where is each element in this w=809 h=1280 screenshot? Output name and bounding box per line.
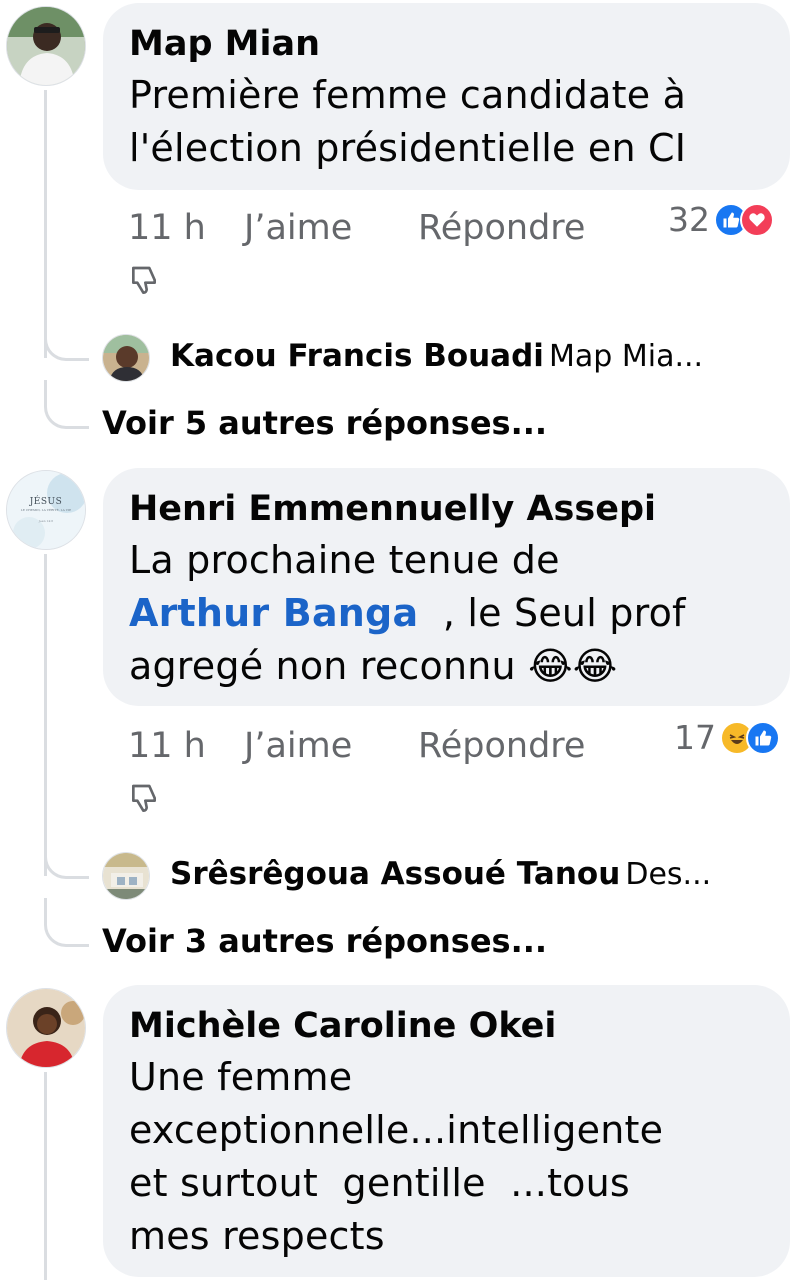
- reply-preview[interactable]: Kacou Francis Bouadi Map Mia...: [170, 338, 703, 374]
- avatar-ref: Jean 14:6: [38, 519, 54, 523]
- avatar-photo: [103, 853, 149, 899]
- comment-text-line: Première femme candidate à: [129, 73, 687, 117]
- view-more-replies[interactable]: Voir 5 autres réponses...: [102, 404, 547, 442]
- reaction-count: 17: [674, 718, 716, 757]
- dislike-icon[interactable]: [128, 782, 160, 818]
- reply-connector: [44, 898, 89, 947]
- comment-text-line: l'élection présidentielle en CI: [129, 126, 687, 170]
- like-reaction-icon: [746, 720, 780, 755]
- love-reaction-icon: [740, 202, 774, 237]
- reply-connector: [44, 320, 89, 361]
- reaction-count: 32: [668, 200, 710, 239]
- avatar-michele[interactable]: [6, 988, 86, 1068]
- comment-time: 11 h: [128, 726, 206, 766]
- comment-author[interactable]: Map Mian: [129, 19, 764, 69]
- comment-text-fragment: , le Seul prof: [442, 591, 686, 635]
- reply-author[interactable]: Kacou Francis Bouadi: [170, 338, 544, 374]
- comment-text-line: mes respects: [129, 1214, 385, 1258]
- reply-button[interactable]: Répondre: [418, 726, 585, 766]
- comment-author[interactable]: Michèle Caroline Okei: [129, 1001, 764, 1051]
- avatar-photo: [7, 7, 85, 85]
- reply-preview-text: Des...: [625, 857, 712, 892]
- avatar-subtitle: LE CHEMIN, LA VÉRITÉ, LA VIE: [20, 508, 72, 512]
- comment-bubble: Henri Emmennuelly Assepi La prochaine te…: [103, 468, 790, 706]
- avatar-title: JÉSUS: [29, 497, 63, 507]
- thread-line: [44, 90, 47, 358]
- avatar-map-mian[interactable]: [6, 6, 86, 86]
- comment-text-line: exceptionnelle...intelligente: [129, 1108, 664, 1152]
- reply-connector: [44, 838, 89, 879]
- reply-preview[interactable]: Srêsrêgoua Assoué Tanou Des...: [170, 856, 711, 892]
- comment-time: 11 h: [128, 208, 206, 248]
- reply-preview-text: Map Mia...: [549, 339, 704, 374]
- view-more-replies[interactable]: Voir 3 autres réponses...: [102, 922, 547, 960]
- mention-link[interactable]: Arthur Banga: [129, 591, 418, 635]
- avatar-photo: [7, 989, 85, 1067]
- dislike-icon[interactable]: [128, 264, 160, 300]
- like-button[interactable]: J’aime: [244, 208, 352, 248]
- reaction-summary[interactable]: 32: [668, 200, 774, 239]
- reply-connector: [44, 380, 89, 429]
- comment-text-line: Une femme: [129, 1055, 353, 1099]
- comment-text-line: agregé non reconnu 😂😂: [129, 644, 618, 688]
- reaction-summary[interactable]: 17: [674, 718, 780, 757]
- reply-button[interactable]: Répondre: [418, 208, 585, 248]
- comment-text-line: et surtout gentille ...tous: [129, 1161, 630, 1205]
- comment-text-line: Arthur Banga , le Seul prof: [129, 587, 764, 640]
- reply-avatar[interactable]: [102, 852, 150, 900]
- comment-author[interactable]: Henri Emmennuelly Assepi: [129, 484, 764, 534]
- reply-author[interactable]: Srêsrêgoua Assoué Tanou: [170, 856, 620, 892]
- reply-avatar[interactable]: [102, 334, 150, 382]
- thread-line: [44, 1072, 47, 1280]
- comment-text-line: La prochaine tenue de: [129, 538, 560, 582]
- comment-bubble: Michèle Caroline Okei Une femme exceptio…: [103, 985, 790, 1277]
- avatar-photo: [103, 335, 149, 381]
- comment-bubble: Map Mian Première femme candidate à l'él…: [103, 3, 790, 190]
- like-button[interactable]: J’aime: [244, 726, 352, 766]
- thread-line: [44, 554, 47, 876]
- avatar-text: JÉSUS LE CHEMIN, LA VÉRITÉ, LA VIE Jean …: [6, 498, 86, 523]
